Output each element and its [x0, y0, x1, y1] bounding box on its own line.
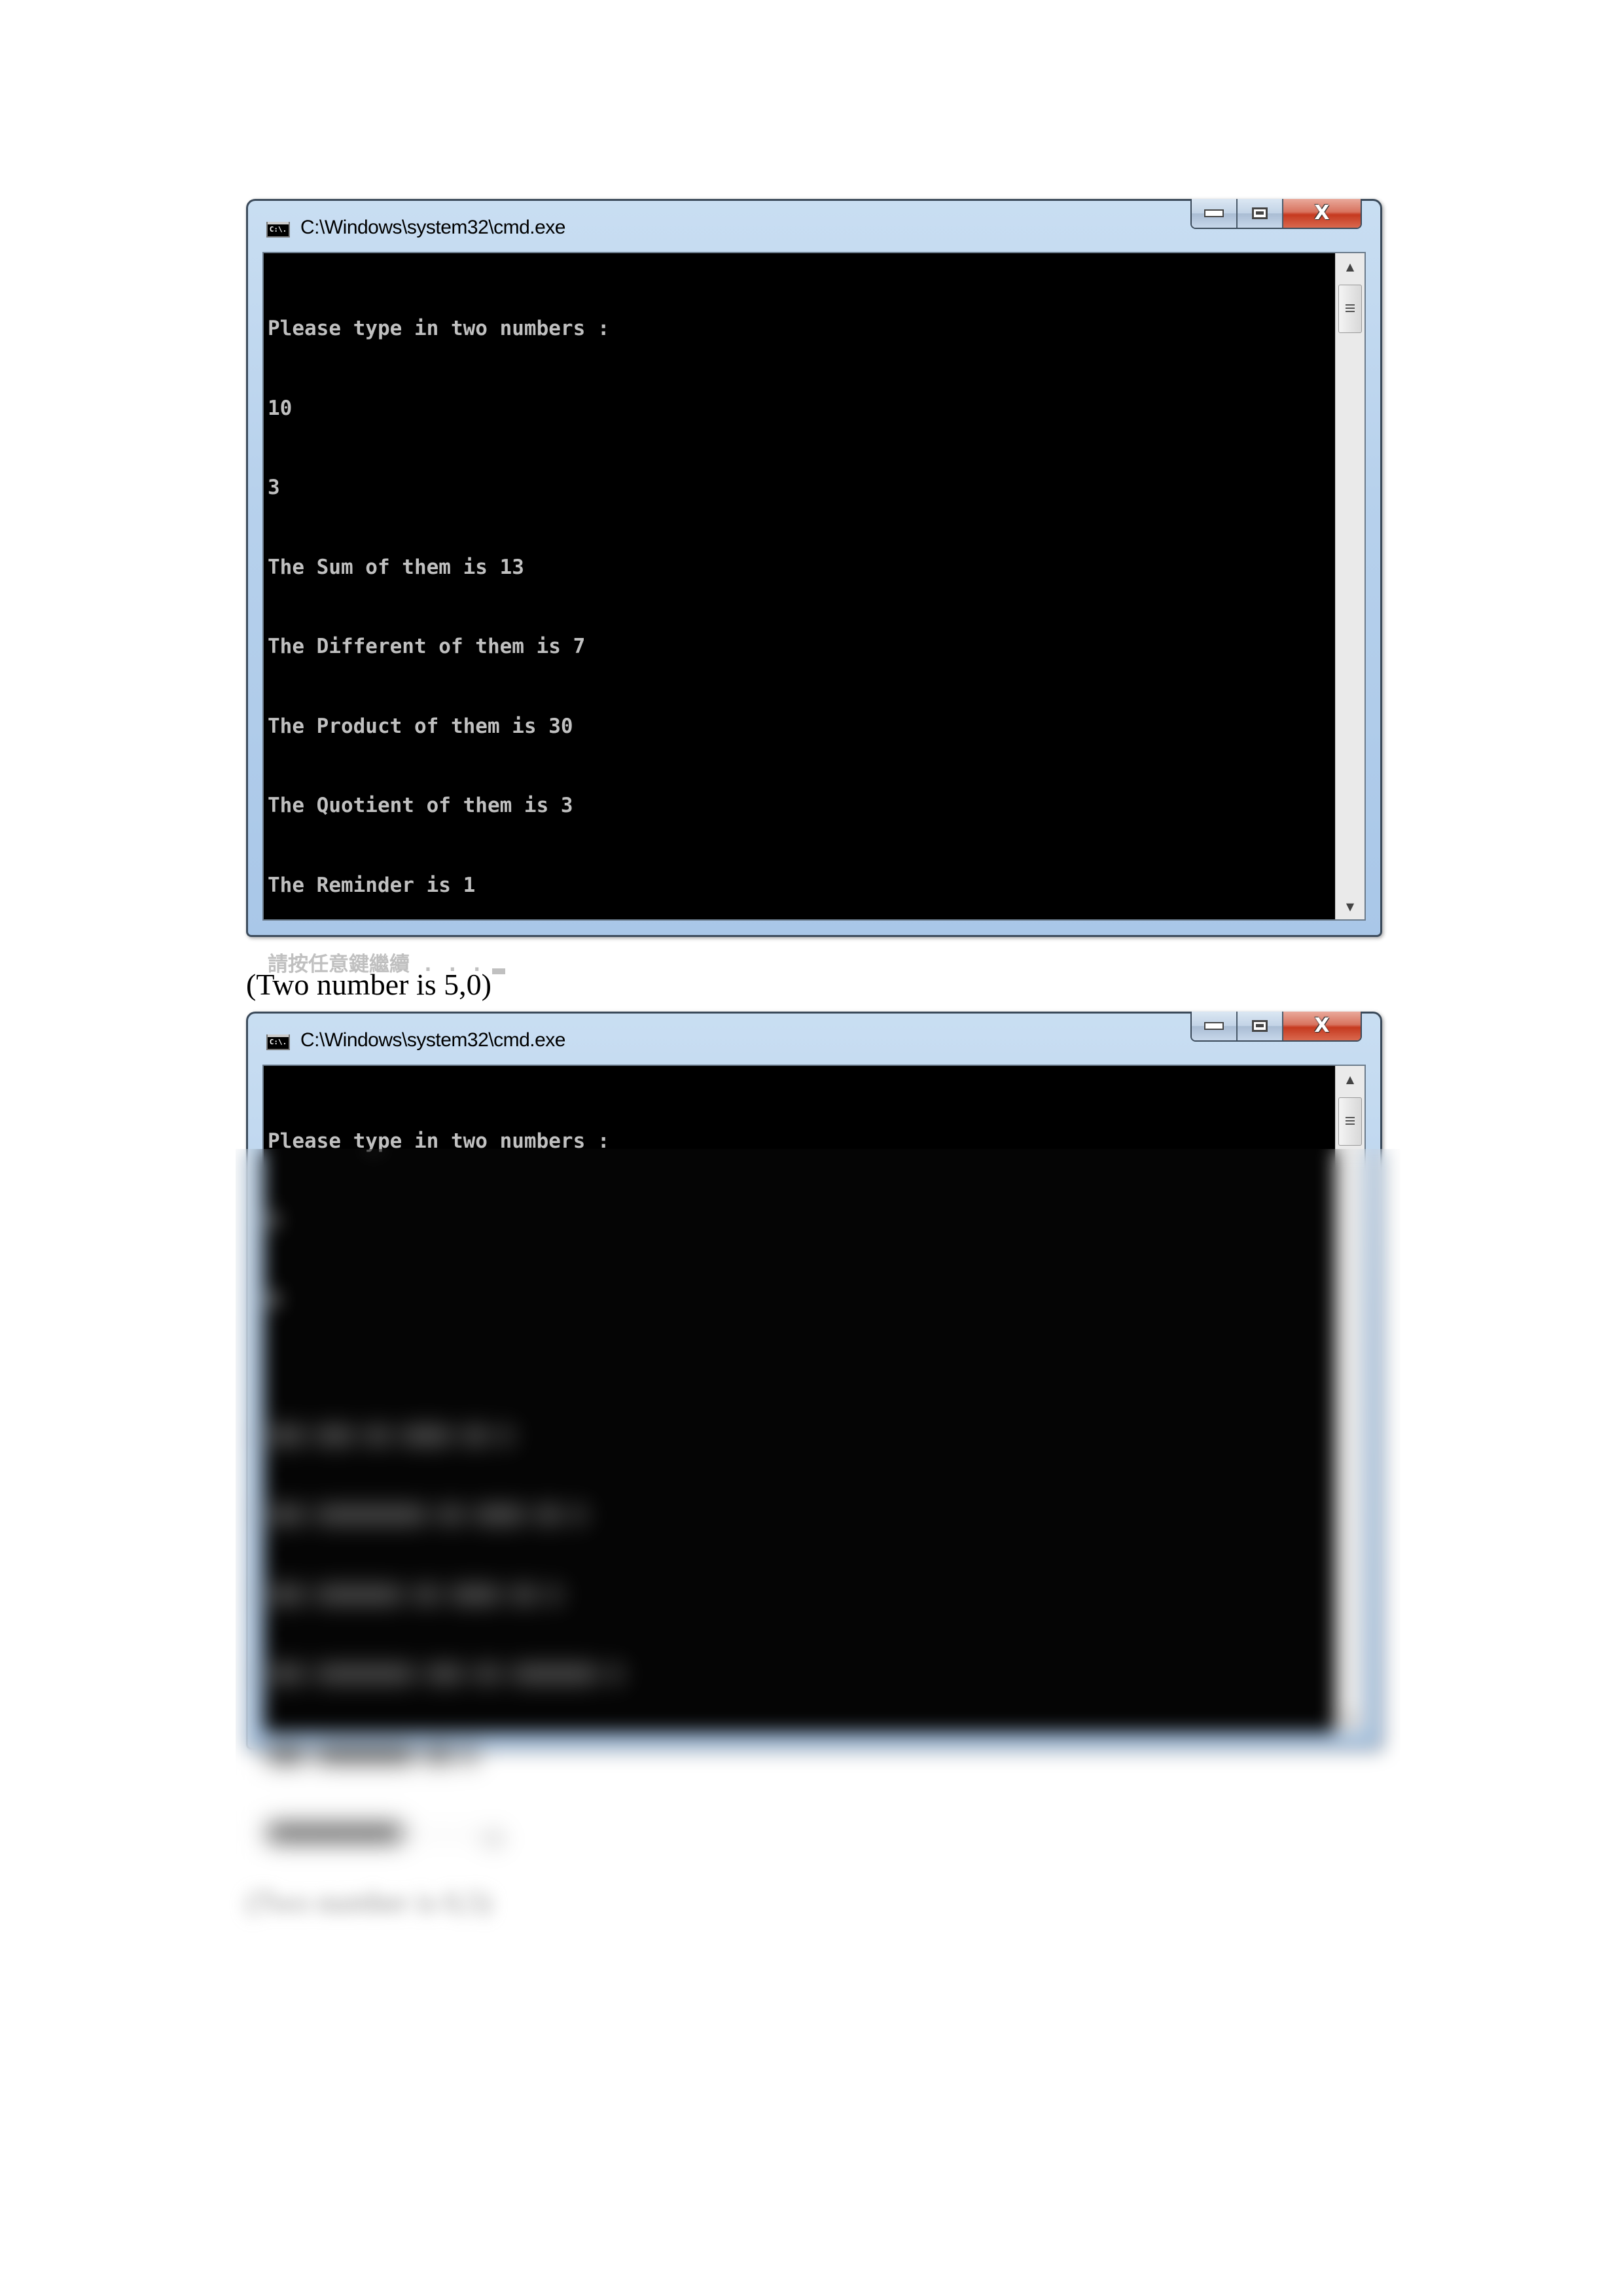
minimize-button[interactable] [1192, 1012, 1238, 1040]
scroll-down-arrow-icon[interactable]: ▼ [1336, 893, 1364, 919]
scroll-up-arrow-icon[interactable]: ▲ [1336, 253, 1364, 279]
minimize-button[interactable] [1192, 199, 1238, 228]
maximize-icon [1252, 1020, 1268, 1032]
console-line: The Product of them is 30 [268, 714, 573, 738]
console-line: The Sum of them is 13 [268, 555, 524, 579]
maximize-button[interactable] [1238, 199, 1283, 228]
scroll-thumb[interactable] [1338, 1097, 1362, 1146]
caption-buttons: X [1190, 1012, 1362, 1042]
close-icon: X [1314, 1014, 1330, 1037]
caption-text: (Two number is 5,0) [246, 968, 491, 1001]
console-output: Please type in two numbers : 10 3 The Su… [268, 262, 610, 1031]
console-line: The Different of them is 7 [268, 635, 586, 658]
close-button[interactable]: X [1283, 1012, 1361, 1040]
maximize-icon [1252, 207, 1268, 219]
console-line: Please type in two numbers : [268, 317, 610, 340]
cmd-window-1: C:\. C:\Windows\system32\cmd.exe X Pleas… [246, 199, 1382, 976]
vertical-scrollbar[interactable]: ▲ ▼ [1335, 253, 1364, 919]
console-area[interactable]: Please type in two numbers : 10 3 The Su… [262, 252, 1366, 976]
console-line: 3 [268, 476, 280, 499]
console-line: 10 [268, 396, 293, 420]
close-icon: X [1314, 202, 1330, 224]
scroll-up-arrow-icon[interactable]: ▲ [1336, 1066, 1364, 1092]
window-title: C:\Windows\system32\cmd.exe [300, 1029, 565, 1051]
grip-icon [1346, 304, 1355, 313]
cmd-app-icon: C:\. [266, 222, 290, 238]
close-button[interactable]: X [1283, 199, 1361, 228]
scroll-thumb[interactable] [1338, 285, 1362, 333]
console-line: The Reminder is 1 [268, 873, 476, 897]
title-bar[interactable]: C:\. C:\Windows\system32\cmd.exe X [248, 1012, 1380, 1065]
console-line: The Quotient of them is 3 [268, 794, 573, 817]
preview-blur-overlay [236, 1149, 1400, 1960]
caption-text-blurred: (Two number is 0,5) [246, 1885, 491, 1918]
title-bar[interactable]: C:\. C:\Windows\system32\cmd.exe X [248, 199, 1380, 252]
cmd-app-icon: C:\. [266, 1034, 290, 1050]
text-cursor [491, 968, 505, 974]
grip-icon [1346, 1117, 1355, 1126]
window-title: C:\Windows\system32\cmd.exe [300, 217, 565, 238]
caption-buttons: X [1190, 199, 1362, 229]
minimize-icon [1204, 209, 1224, 217]
minimize-icon [1204, 1022, 1224, 1030]
maximize-button[interactable] [1238, 1012, 1283, 1040]
document-page: C:\. C:\Windows\system32\cmd.exe X Pleas… [0, 0, 1623, 2296]
